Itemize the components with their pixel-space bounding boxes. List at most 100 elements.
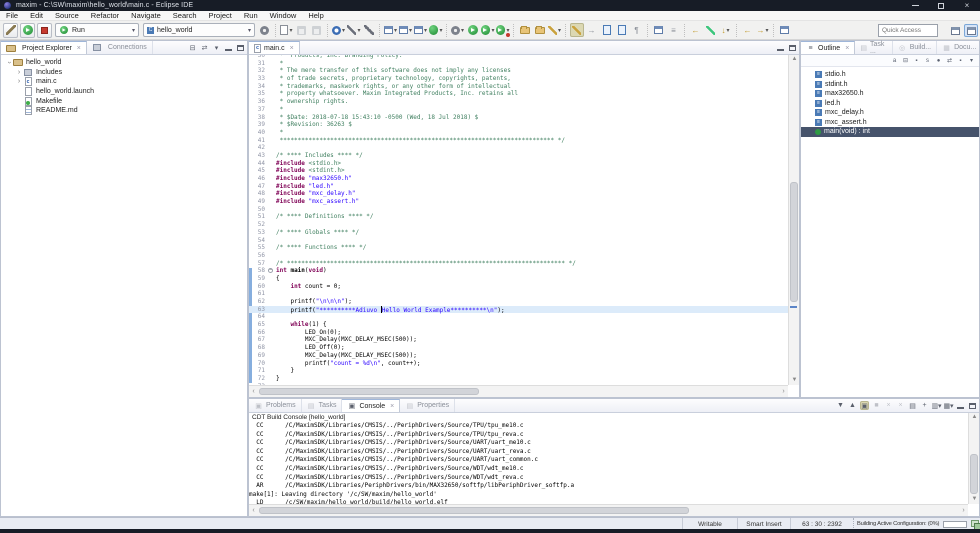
tree-item-hello-world-launch[interactable]: hello_world.launch bbox=[1, 87, 247, 97]
view-menu-icon[interactable]: ▾ bbox=[967, 56, 976, 65]
maximize-view-icon[interactable] bbox=[236, 43, 245, 52]
debug-as-button[interactable] bbox=[496, 23, 510, 37]
expander-icon[interactable]: › bbox=[15, 77, 23, 86]
outline-item-stdint-h[interactable]: ≡stdint.h bbox=[801, 80, 979, 90]
chevron-down-icon[interactable]: ▾ bbox=[128, 27, 135, 34]
annotation-nav-button[interactable] bbox=[704, 23, 718, 37]
display-selected-console-icon[interactable]: ▥▾ bbox=[932, 401, 941, 410]
tab-console[interactable]: ▣ Console × bbox=[342, 399, 400, 412]
show-source-button[interactable]: → bbox=[585, 23, 599, 37]
hide-static-members-icon[interactable]: s bbox=[923, 56, 932, 65]
minimize-view-icon[interactable] bbox=[224, 43, 233, 52]
expander-icon[interactable]: › bbox=[5, 59, 14, 67]
tree-item-main-c[interactable]: ›cmain.c bbox=[1, 77, 247, 87]
back-history-button[interactable]: ← bbox=[741, 23, 755, 37]
tree-item-readme-md[interactable]: README.md bbox=[1, 106, 247, 116]
scroll-right-icon[interactable]: › bbox=[959, 505, 968, 517]
maximize-view-icon[interactable] bbox=[968, 401, 977, 410]
open-task-folder-button[interactable] bbox=[518, 23, 532, 37]
new-source-file-button[interactable] bbox=[414, 23, 428, 37]
sort-icon[interactable]: a bbox=[890, 56, 899, 65]
show-console-on-output-icon[interactable]: ▣ bbox=[860, 401, 869, 410]
toggle-comment-button[interactable] bbox=[615, 23, 629, 37]
prev-error-icon[interactable]: ▲ bbox=[848, 401, 857, 410]
open-declaration-button[interactable] bbox=[600, 23, 614, 37]
save-all-button[interactable] bbox=[310, 23, 324, 37]
coverage-button[interactable] bbox=[429, 23, 443, 37]
tree-item-hello-world[interactable]: ›hello_world bbox=[1, 58, 247, 68]
close-icon[interactable]: × bbox=[77, 45, 81, 52]
editor-vertical-scrollbar[interactable]: ▲ ▼ bbox=[788, 55, 799, 385]
open-console-icon[interactable]: ▦▾ bbox=[944, 401, 953, 410]
chevron-down-icon[interactable]: ▾ bbox=[244, 27, 251, 34]
tab-tasks[interactable]: ▤ Tasks bbox=[302, 399, 343, 412]
tab-main-c[interactable]: c main.c × bbox=[249, 41, 300, 54]
scroll-left-icon[interactable]: ‹ bbox=[249, 505, 258, 517]
outline-item-main-void-int[interactable]: main(void) : int bbox=[801, 127, 979, 137]
external-tools-button[interactable] bbox=[451, 23, 465, 37]
link-with-editor-icon[interactable]: ⇄ bbox=[200, 43, 209, 52]
tab-outline[interactable]: ≡ Outline × bbox=[801, 41, 855, 54]
open-console-button[interactable] bbox=[652, 23, 666, 37]
maximize-view-icon[interactable] bbox=[788, 43, 797, 52]
tab-documents[interactable]: ▦ Docu... bbox=[937, 41, 980, 54]
hide-fields-icon[interactable]: ▪ bbox=[912, 56, 921, 65]
run-as-button[interactable] bbox=[481, 23, 495, 37]
close-icon[interactable]: × bbox=[845, 45, 849, 52]
tree-item-makefile[interactable]: Makefile bbox=[1, 96, 247, 106]
minimize-view-icon[interactable] bbox=[776, 43, 785, 52]
editor-horizontal-scrollbar[interactable]: ‹ › bbox=[249, 385, 788, 397]
outline-item-mxc-delay-h[interactable]: ≡mxc_delay.h bbox=[801, 108, 979, 118]
console-output[interactable]: CC /C/MaximSDK/Libraries/CMSIS/../Periph… bbox=[249, 422, 968, 504]
annotate-button[interactable] bbox=[548, 23, 562, 37]
menu-window[interactable]: Window bbox=[264, 11, 303, 21]
last-edit-location-button[interactable]: ← bbox=[689, 23, 703, 37]
menu-file[interactable]: File bbox=[0, 11, 24, 21]
link-with-editor-icon[interactable]: ⇄ bbox=[945, 56, 954, 65]
background-jobs-icon[interactable] bbox=[971, 520, 980, 528]
run-toolbar-button[interactable] bbox=[466, 23, 480, 37]
scroll-right-icon[interactable]: › bbox=[779, 386, 788, 398]
tab-connections[interactable]: Connections bbox=[87, 41, 153, 54]
menu-edit[interactable]: Edit bbox=[24, 11, 49, 21]
flash-tool-button[interactable] bbox=[3, 23, 18, 38]
run-mode-combo[interactable]: Run▾ bbox=[55, 23, 139, 37]
scroll-left-icon[interactable]: ‹ bbox=[249, 386, 258, 398]
filters-icon[interactable]: ▪ bbox=[956, 56, 965, 65]
save-button[interactable] bbox=[295, 23, 309, 37]
open-perspective-button[interactable] bbox=[948, 24, 962, 37]
new-wizard-button[interactable] bbox=[280, 23, 294, 37]
forward-history-button[interactable]: → bbox=[756, 23, 770, 37]
launch-config-combo[interactable]: Chello_world▾ bbox=[143, 23, 255, 37]
quick-access-input[interactable] bbox=[878, 24, 938, 37]
close-icon[interactable]: × bbox=[390, 403, 394, 410]
menu-project[interactable]: Project bbox=[203, 11, 238, 21]
outline-item-max32650-h[interactable]: ≡max32650.h bbox=[801, 89, 979, 99]
remove-all-launches-icon[interactable]: × bbox=[896, 401, 905, 410]
minimize-view-icon[interactable] bbox=[956, 401, 965, 410]
tree-item-includes[interactable]: ›Includes bbox=[1, 68, 247, 78]
tab-build-targets[interactable]: ◎ Build... bbox=[893, 41, 937, 54]
mark-occurrences-button[interactable] bbox=[570, 23, 584, 37]
tab-properties[interactable]: ▤ Properties bbox=[400, 399, 455, 412]
outline-item-stdio-h[interactable]: ≡stdio.h bbox=[801, 70, 979, 80]
collapse-all-icon[interactable]: ⊟ bbox=[188, 43, 197, 52]
scroll-down-icon[interactable]: ▼ bbox=[969, 495, 980, 504]
clear-console-icon[interactable]: ▤ bbox=[908, 401, 917, 410]
stop-button[interactable] bbox=[37, 23, 52, 38]
fold-collapse-icon[interactable]: − bbox=[268, 268, 273, 273]
new-cpp-class-button[interactable] bbox=[399, 23, 413, 37]
expander-icon[interactable]: › bbox=[15, 68, 23, 77]
outline-item-led-h[interactable]: ≡led.h bbox=[801, 99, 979, 109]
terminate-icon[interactable]: ■ bbox=[872, 401, 881, 410]
close-window-button[interactable]: × bbox=[954, 0, 980, 11]
next-error-icon[interactable]: ▼ bbox=[836, 401, 845, 410]
scroll-up-icon[interactable]: ▲ bbox=[789, 55, 800, 64]
menu-run[interactable]: Run bbox=[238, 11, 264, 21]
new-c-project-button[interactable] bbox=[384, 23, 398, 37]
outline-item-mxc-assert-h[interactable]: ≡mxc_assert.h bbox=[801, 118, 979, 128]
show-whitespace-button[interactable]: ¶ bbox=[630, 23, 644, 37]
search-button[interactable]: ≡ bbox=[667, 23, 681, 37]
menu-navigate[interactable]: Navigate bbox=[125, 11, 167, 21]
remove-launch-icon[interactable]: × bbox=[884, 401, 893, 410]
